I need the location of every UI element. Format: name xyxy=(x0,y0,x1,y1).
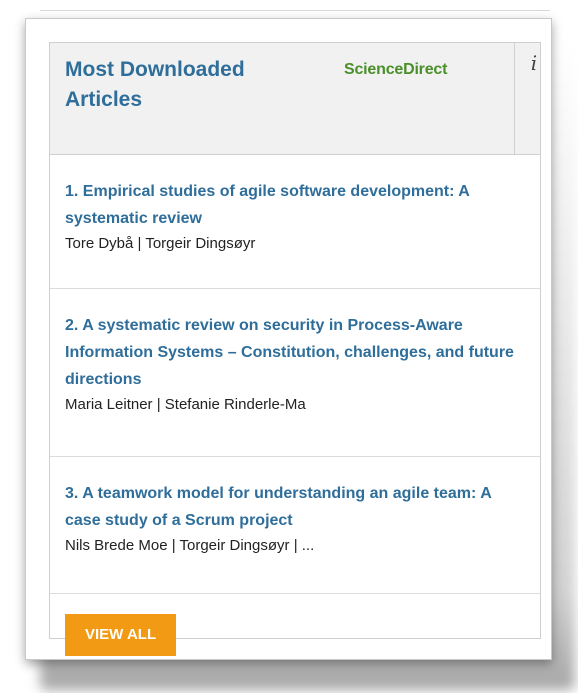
list-item: 1. Empirical studies of agile software d… xyxy=(50,155,540,289)
widget-header: Most Downloaded Articles ScienceDirect i xyxy=(50,43,540,155)
article-authors: Maria Leitner | Stefanie Rinderle-Ma xyxy=(65,396,306,413)
top-divider xyxy=(40,10,550,11)
widget-title: Most Downloaded Articles xyxy=(65,58,245,111)
article-authors: Nils Brede Moe | Torgeir Dingsøyr | ... xyxy=(65,537,315,554)
list-item: 2. A systematic review on security in Pr… xyxy=(50,289,540,457)
article-list: 1. Empirical studies of agile software d… xyxy=(50,155,540,594)
sciencedirect-logo[interactable]: ScienceDirect xyxy=(344,61,447,79)
article-title-link[interactable]: 2. A systematic review on security in Pr… xyxy=(65,312,525,393)
view-all-button[interactable]: VIEW ALL xyxy=(65,614,177,656)
list-item: 3. A teamwork model for understanding an… xyxy=(50,457,540,594)
article-title-link[interactable]: 1. Empirical studies of agile software d… xyxy=(65,178,525,232)
widget-footer: VIEW ALL xyxy=(65,614,177,656)
info-icon[interactable]: i xyxy=(528,49,540,77)
article-authors: Tore Dybå | Torgeir Dingsøyr xyxy=(65,235,256,252)
most-downloaded-widget: Most Downloaded Articles ScienceDirect i… xyxy=(49,42,541,656)
header-divider xyxy=(514,43,515,154)
torn-paper-frame: Most Downloaded Articles ScienceDirect i… xyxy=(25,18,552,660)
article-title-link[interactable]: 3. A teamwork model for understanding an… xyxy=(65,480,525,534)
